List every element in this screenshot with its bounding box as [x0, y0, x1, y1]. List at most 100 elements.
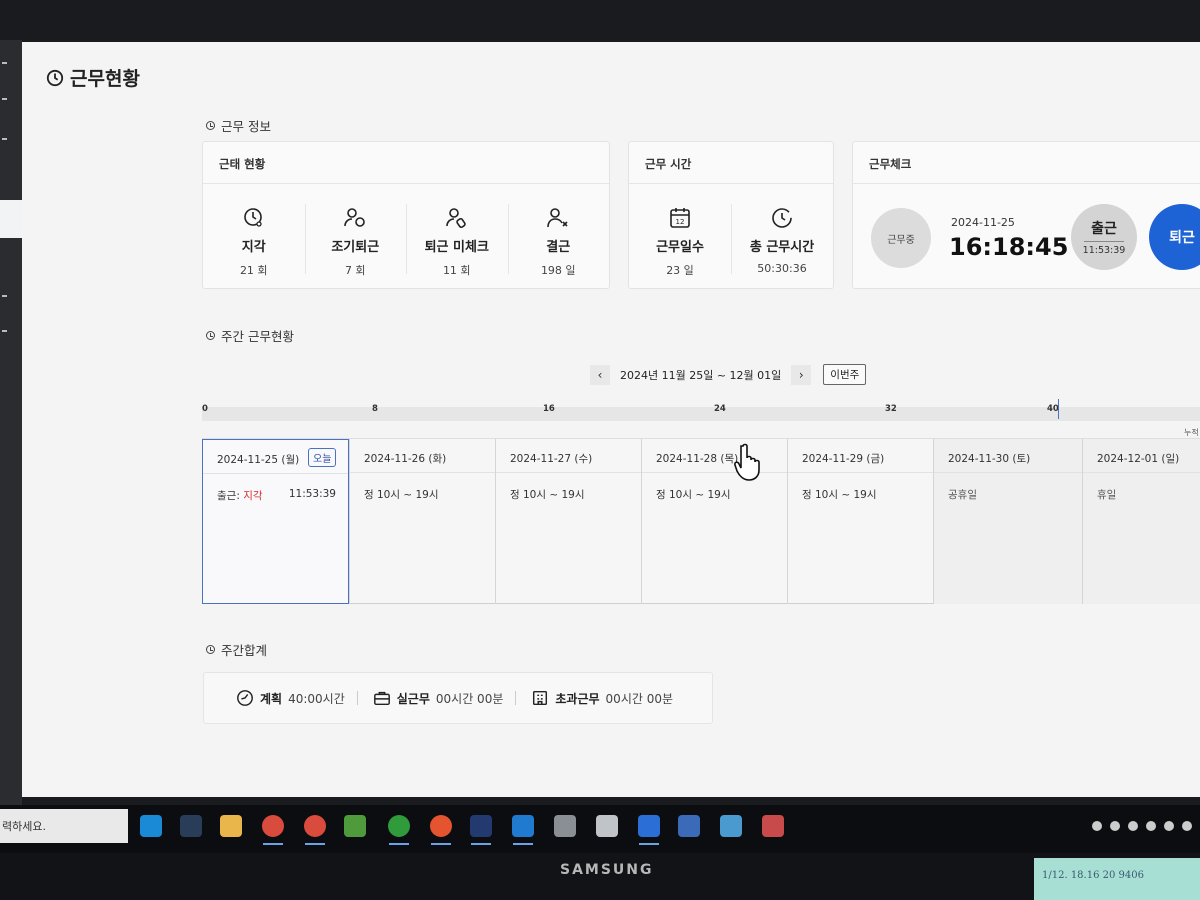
work-check-card-title: 근무체크: [853, 142, 1200, 184]
file-explorer-icon[interactable]: [220, 815, 242, 837]
day-date: 2024-12-01 (일): [1083, 439, 1200, 473]
app-tool-icon[interactable]: [596, 815, 618, 837]
user-x-icon: [547, 208, 568, 228]
timeline-tick: 16: [543, 404, 555, 414]
timeline-tick: 24: [714, 404, 726, 414]
remote-desktop-icon[interactable]: [180, 815, 202, 837]
clock-icon: [772, 208, 792, 228]
day-cell[interactable]: 2024-12-01 (일) 휴일: [1082, 439, 1200, 604]
day-date: 2024-11-26 (화): [350, 439, 495, 473]
notepad-icon[interactable]: [344, 815, 366, 837]
app-green-icon[interactable]: [388, 815, 410, 837]
stat-absence[interactable]: 결근 198 일: [507, 200, 610, 277]
tray-icon[interactable]: [1128, 821, 1138, 831]
stat-work-days[interactable]: 12 근무일수 23 일: [629, 200, 731, 277]
weekly-schedule-grid: 2024-11-25 (월) 오늘 출근: 지각 11:53:39 2024-1…: [202, 438, 1200, 604]
windows-taskbar: 력하세요.: [0, 805, 1200, 853]
svg-text:12: 12: [676, 218, 685, 226]
current-time: 16:18:45: [949, 233, 1069, 261]
app-window-icon[interactable]: [554, 815, 576, 837]
late-status: 지각: [243, 490, 263, 502]
tray-icon[interactable]: [1110, 821, 1120, 831]
app-location-icon[interactable]: [638, 815, 660, 837]
screen: 근무현황 근무 정보 근태 현황 지각 21 회 조기퇴근 7 회 퇴근 미체크…: [0, 0, 1200, 900]
timeline-tick: 0: [202, 404, 208, 414]
this-week-button[interactable]: 이번주: [823, 364, 867, 385]
app-orange-icon[interactable]: [430, 815, 452, 837]
vscode-icon[interactable]: [512, 815, 534, 837]
day-schedule: 정 10시 ~ 19시: [510, 489, 585, 501]
app-diagram-icon[interactable]: [470, 815, 492, 837]
total-planned: 계획 40:00시간: [236, 689, 359, 707]
app-image-icon[interactable]: [762, 815, 784, 837]
user-clock-icon: [344, 208, 366, 227]
day-schedule: 정 10시 ~ 19시: [656, 489, 731, 501]
stat-late[interactable]: 지각 21 회: [203, 200, 305, 277]
total-overtime: 초과근무 00시간 00분: [515, 689, 687, 707]
timeline-tick: 32: [885, 404, 897, 414]
calendar-icon: 12: [670, 208, 690, 228]
section-title-weekly-total: 주간합계: [206, 640, 267, 659]
total-actual: 실근무 00시간 00분: [356, 689, 518, 707]
stat-total-hours[interactable]: 총 근무시간 50:30:36: [731, 200, 833, 275]
working-status-badge: 근무중: [871, 208, 931, 268]
week-navigator: ‹ 2024년 11월 25일 ~ 12월 01일 › 이번주: [590, 364, 867, 385]
today-badge: 오늘: [308, 448, 337, 467]
clock-in-button[interactable]: 출근 11:53:39: [1071, 204, 1137, 270]
week-range: 2024년 11월 25일 ~ 12월 01일: [620, 368, 782, 382]
section-clock-icon: [206, 121, 215, 130]
weekly-total-summary: 계획 40:00시간 실근무 00시간 00분 초과근무 00시간 00분: [203, 672, 713, 724]
building-icon: [533, 690, 548, 706]
timeline-end-label: 누적: [1184, 428, 1199, 437]
stat-early-leave[interactable]: 조기퇴근 7 회: [304, 200, 407, 277]
prev-week-button[interactable]: ‹: [590, 364, 610, 385]
chrome-profile-icon[interactable]: [304, 815, 326, 837]
taskbar-search-box[interactable]: 력하세요.: [0, 809, 128, 843]
clock-out-button[interactable]: 퇴근: [1149, 204, 1200, 270]
clock-icon: [46, 69, 64, 86]
day-cell[interactable]: 2024-11-29 (금) 정 10시 ~ 19시: [787, 439, 933, 604]
page-title: 근무현황: [46, 64, 140, 91]
work-check-card: 근무체크 근무중 2024-11-25 16:18:45 출근 11:53:39…: [852, 141, 1200, 289]
section-title-weekly: 주간 근무현황: [206, 326, 294, 345]
day-date: 2024-11-29 (금): [788, 439, 933, 473]
stat-no-checkout[interactable]: 퇴근 미체크 11 회: [406, 200, 508, 277]
timeline-target-marker: [1058, 399, 1059, 419]
left-window-strip: [0, 40, 22, 815]
clock-user-icon: [243, 208, 262, 227]
system-tray: [1092, 821, 1192, 831]
gauge-icon: [237, 690, 253, 706]
briefcase-icon: [373, 691, 390, 706]
day-cell-today[interactable]: 2024-11-25 (월) 오늘 출근: 지각 11:53:39: [202, 439, 349, 604]
timeline-tick: 8: [372, 404, 378, 414]
edge-icon[interactable]: [140, 815, 162, 837]
chrome-icon[interactable]: [262, 815, 284, 837]
user-tag-icon: [445, 208, 466, 229]
check-date: 2024-11-25: [951, 216, 1015, 229]
day-date: 2024-11-28 (목): [642, 439, 787, 473]
tray-icon[interactable]: [1164, 821, 1174, 831]
weekly-hours-timeline: 0 8 16 24 32 40 누적: [202, 399, 1200, 437]
work-time-card-title: 근무 시간: [629, 142, 833, 184]
clock-in-time: 11:53:39: [288, 488, 336, 500]
hand-cursor-icon: [734, 443, 760, 481]
tray-icon[interactable]: [1146, 821, 1156, 831]
day-cell[interactable]: 2024-11-28 (목) 정 10시 ~ 19시: [641, 439, 787, 604]
next-week-button[interactable]: ›: [791, 364, 812, 385]
app-book-icon[interactable]: [720, 815, 742, 837]
work-time-card: 근무 시간 12 근무일수 23 일 총 근무시간 50:30:36: [628, 141, 834, 289]
app-window: 근무현황 근무 정보 근태 현황 지각 21 회 조기퇴근 7 회 퇴근 미체크…: [22, 42, 1200, 797]
calculator-icon[interactable]: [678, 815, 700, 837]
clock-in-status-label: 출근:: [217, 490, 244, 502]
day-cell[interactable]: 2024-11-27 (수) 정 10시 ~ 19시: [495, 439, 641, 604]
section-clock-icon: [206, 645, 215, 654]
day-cell[interactable]: 2024-11-26 (화) 정 10시 ~ 19시: [349, 439, 495, 604]
attendance-card-title: 근태 현황: [203, 142, 609, 184]
day-date: 2024-11-30 (토): [934, 439, 1082, 473]
tray-icon[interactable]: [1182, 821, 1192, 831]
day-cell[interactable]: 2024-11-30 (토) 공휴일: [933, 439, 1082, 604]
day-schedule: 공휴일: [948, 489, 977, 501]
day-date: 2024-11-27 (수): [496, 439, 641, 473]
section-title-work-info: 근무 정보: [206, 116, 271, 135]
tray-icon[interactable]: [1092, 821, 1102, 831]
